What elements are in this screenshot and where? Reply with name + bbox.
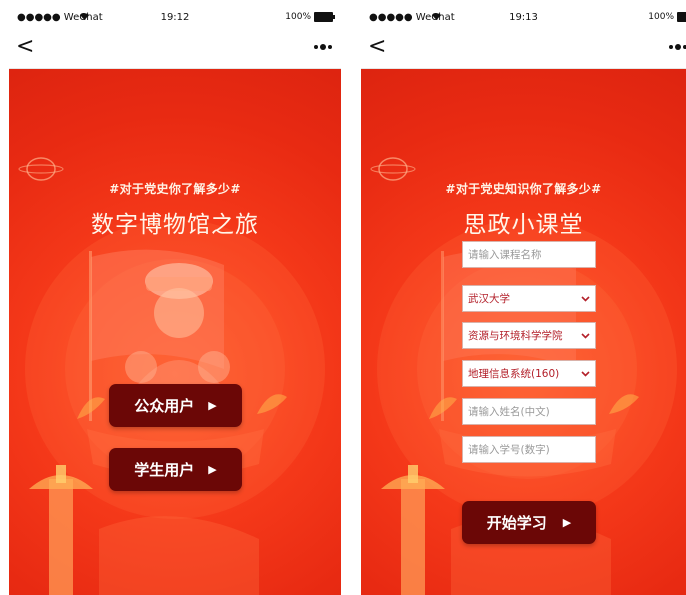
back-arrow-icon[interactable]: < (16, 35, 34, 59)
course-name-input[interactable]: 请输入课程名称 (462, 241, 596, 268)
battery-icon (677, 12, 686, 22)
university-select[interactable]: 武汉大学 (462, 285, 596, 312)
school-select[interactable]: 资源与环境科学学院 (462, 322, 596, 349)
public-user-button[interactable]: 公众用户 ▶ (109, 384, 242, 427)
battery-indicator: 100% (648, 12, 686, 22)
hashtag-subtitle: #对于党史知识你了解多少# (445, 182, 602, 196)
decorative-illustration (18, 157, 325, 595)
major-select[interactable]: 地理信息系统(160) (462, 360, 596, 387)
school-value: 资源与环境科学学院 (468, 330, 563, 342)
battery-percent: 100% (285, 12, 311, 22)
status-bar: ●●●●● WeChat 19:13 100% (361, 0, 686, 30)
main-content: #对于党史知识你了解多少# 思政小课堂 请输入课程名称 武汉大学 资源与环境科学… (361, 69, 686, 595)
play-arrow-icon: ▶ (562, 516, 572, 529)
page-title: 思政小课堂 (463, 212, 584, 238)
phone-screen-left: ●●●●● WeChat 19:12 100% < #对于党史你了解多少# 数字… (9, 0, 341, 595)
student-id-placeholder: 请输入学号(数字) (468, 444, 550, 456)
page-title: 数字博物馆之旅 (91, 212, 259, 238)
phone-screen-right: ●●●●● WeChat 19:13 100% < #对于党史知识你了解多少# … (361, 0, 686, 595)
chevron-down-icon (581, 295, 590, 302)
button-label: 公众用户 (134, 397, 195, 415)
button-label: 学生用户 (134, 461, 195, 479)
more-dots-icon[interactable] (668, 37, 686, 57)
battery-indicator: 100% (285, 12, 335, 22)
name-placeholder: 请输入姓名(中文) (468, 406, 550, 418)
nav-bar: < (361, 30, 686, 69)
play-arrow-icon: ▶ (208, 399, 217, 412)
student-user-button[interactable]: 学生用户 ▶ (109, 448, 242, 491)
back-arrow-icon[interactable]: < (368, 35, 386, 59)
more-dots-icon[interactable] (313, 37, 333, 57)
button-label: 开始学习 (486, 514, 547, 532)
chevron-down-icon (581, 332, 590, 339)
battery-icon (314, 12, 335, 22)
hashtag-subtitle: #对于党史你了解多少# (109, 182, 241, 196)
course-name-placeholder: 请输入课程名称 (468, 249, 542, 261)
name-input[interactable]: 请输入姓名(中文) (462, 398, 596, 425)
student-id-input[interactable]: 请输入学号(数字) (462, 436, 596, 463)
status-time: 19:13 (509, 12, 538, 23)
chevron-down-icon (581, 370, 590, 377)
battery-percent: 100% (648, 12, 674, 22)
start-learning-button[interactable]: 开始学习 ▶ (462, 501, 596, 544)
nav-bar: < (9, 30, 341, 69)
main-content: #对于党史你了解多少# 数字博物馆之旅 公众用户 ▶ 学生用户 ▶ (9, 69, 341, 595)
status-bar: ●●●●● WeChat 19:12 100% (9, 0, 341, 30)
major-value: 地理信息系统(160) (468, 368, 560, 380)
university-value: 武汉大学 (468, 293, 510, 305)
play-arrow-icon: ▶ (208, 463, 217, 476)
